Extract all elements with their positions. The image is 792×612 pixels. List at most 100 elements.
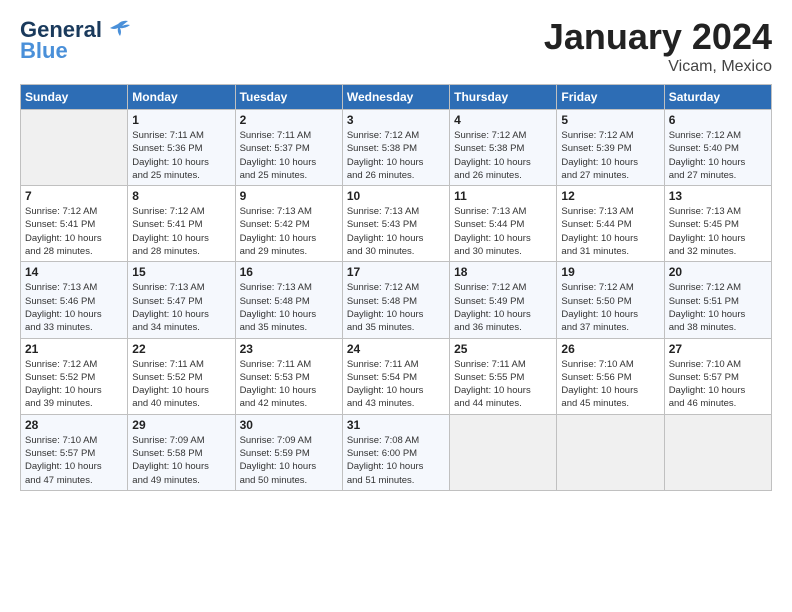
calendar-cell: 19 Sunrise: 7:12 AMSunset: 5:50 PMDayligh… — [557, 262, 664, 338]
day-info: Sunrise: 7:12 AMSunset: 5:38 PMDaylight:… — [454, 129, 552, 182]
col-monday: Monday — [128, 85, 235, 110]
calendar-cell: 18Sunrise: 7:12 AMSunset: 5:49 PMDayligh… — [450, 262, 557, 338]
col-saturday: Saturday — [664, 85, 771, 110]
header-row: Sunday Monday Tuesday Wednesday Thursday… — [21, 85, 772, 110]
day-info: Sunrise: 7:11 AMSunset: 5:54 PMDaylight:… — [347, 358, 445, 411]
day-number: 1 — [132, 113, 230, 127]
day-info: Sunrise: 7:12 AMSunset: 5:39 PMDaylight:… — [561, 129, 659, 182]
calendar-cell: 6 Sunrise: 7:12 AMSunset: 5:40 PMDaylight… — [664, 110, 771, 186]
day-info: Sunrise: 7:12 AMSunset: 5:49 PMDaylight:… — [454, 281, 552, 334]
day-info: Sunrise: 7:12 AMSunset: 5:50 PMDaylight:… — [561, 281, 659, 334]
day-info: Sunrise: 7:08 AMSunset: 6:00 PMDaylight:… — [347, 434, 445, 487]
day-number: 8 — [132, 189, 230, 203]
day-number: 16 — [240, 265, 338, 279]
day-info: Sunrise: 7:11 AMSunset: 5:37 PMDaylight:… — [240, 129, 338, 182]
day-number: 30 — [240, 418, 338, 432]
day-number: 6 — [669, 113, 767, 127]
calendar-cell: 2 Sunrise: 7:11 AMSunset: 5:37 PMDaylight… — [235, 110, 342, 186]
calendar-cell: 4 Sunrise: 7:12 AMSunset: 5:38 PMDaylight… — [450, 110, 557, 186]
day-number: 25 — [454, 342, 552, 356]
calendar-subtitle: Vicam, Mexico — [544, 58, 772, 76]
day-number: 26 — [561, 342, 659, 356]
calendar-cell: 24 Sunrise: 7:11 AMSunset: 5:54 PMDayligh… — [342, 338, 449, 414]
calendar-cell: 8 Sunrise: 7:12 AMSunset: 5:41 PMDaylight… — [128, 186, 235, 262]
day-number: 4 — [454, 113, 552, 127]
day-info: Sunrise: 7:13 AMSunset: 5:46 PMDaylight:… — [25, 281, 123, 334]
day-info: Sunrise: 7:12 AMSunset: 5:41 PMDaylight:… — [132, 205, 230, 258]
day-number: 2 — [240, 113, 338, 127]
calendar-cell — [21, 110, 128, 186]
day-info: Sunrise: 7:12 AMSunset: 5:52 PMDaylight:… — [25, 358, 123, 411]
logo-blue: Blue — [20, 38, 68, 64]
calendar-cell: 12Sunrise: 7:13 AMSunset: 5:44 PMDayligh… — [557, 186, 664, 262]
day-number: 24 — [347, 342, 445, 356]
calendar-cell: 10 Sunrise: 7:13 AMSunset: 5:43 PMDayligh… — [342, 186, 449, 262]
col-friday: Friday — [557, 85, 664, 110]
calendar-cell: 9 Sunrise: 7:13 AMSunset: 5:42 PMDaylight… — [235, 186, 342, 262]
day-number: 31 — [347, 418, 445, 432]
col-wednesday: Wednesday — [342, 85, 449, 110]
calendar-cell: 16 Sunrise: 7:13 AMSunset: 5:48 PMDayligh… — [235, 262, 342, 338]
day-number: 23 — [240, 342, 338, 356]
day-number: 15 — [132, 265, 230, 279]
day-number: 5 — [561, 113, 659, 127]
day-number: 10 — [347, 189, 445, 203]
calendar-cell: 15 Sunrise: 7:13 AMSunset: 5:47 PMDayligh… — [128, 262, 235, 338]
calendar-cell: 29Sunrise: 7:09 AMSunset: 5:58 PMDayligh… — [128, 414, 235, 490]
day-info: Sunrise: 7:13 AMSunset: 5:48 PMDaylight:… — [240, 281, 338, 334]
calendar-cell: 17Sunrise: 7:12 AMSunset: 5:48 PMDayligh… — [342, 262, 449, 338]
day-info: Sunrise: 7:12 AMSunset: 5:51 PMDaylight:… — [669, 281, 767, 334]
day-number: 19 — [561, 265, 659, 279]
calendar-cell: 26 Sunrise: 7:10 AMSunset: 5:56 PMDayligh… — [557, 338, 664, 414]
calendar-cell: 7Sunrise: 7:12 AMSunset: 5:41 PMDaylight… — [21, 186, 128, 262]
calendar-week-1: 1 Sunrise: 7:11 AMSunset: 5:36 PMDaylight… — [21, 110, 772, 186]
day-info: Sunrise: 7:13 AMSunset: 5:44 PMDaylight:… — [454, 205, 552, 258]
calendar-title: January 2024 — [544, 16, 772, 58]
day-number: 21 — [25, 342, 123, 356]
day-info: Sunrise: 7:10 AMSunset: 5:56 PMDaylight:… — [561, 358, 659, 411]
day-info: Sunrise: 7:13 AMSunset: 5:47 PMDaylight:… — [132, 281, 230, 334]
day-info: Sunrise: 7:10 AMSunset: 5:57 PMDaylight:… — [669, 358, 767, 411]
day-info: Sunrise: 7:13 AMSunset: 5:44 PMDaylight:… — [561, 205, 659, 258]
calendar-cell: 23 Sunrise: 7:11 AMSunset: 5:53 PMDayligh… — [235, 338, 342, 414]
calendar-cell: 28Sunrise: 7:10 AMSunset: 5:57 PMDayligh… — [21, 414, 128, 490]
day-info: Sunrise: 7:11 AMSunset: 5:52 PMDaylight:… — [132, 358, 230, 411]
day-info: Sunrise: 7:12 AMSunset: 5:48 PMDaylight:… — [347, 281, 445, 334]
calendar-cell: 22 Sunrise: 7:11 AMSunset: 5:52 PMDayligh… — [128, 338, 235, 414]
header: General Blue January 2024 Vicam, Mexico — [20, 16, 772, 76]
col-sunday: Sunday — [21, 85, 128, 110]
day-number: 13 — [669, 189, 767, 203]
calendar-cell: 1 Sunrise: 7:11 AMSunset: 5:36 PMDaylight… — [128, 110, 235, 186]
day-info: Sunrise: 7:13 AMSunset: 5:43 PMDaylight:… — [347, 205, 445, 258]
calendar-cell: 21 Sunrise: 7:12 AMSunset: 5:52 PMDayligh… — [21, 338, 128, 414]
calendar-cell: 31 Sunrise: 7:08 AMSunset: 6:00 PMDayligh… — [342, 414, 449, 490]
day-number: 9 — [240, 189, 338, 203]
day-info: Sunrise: 7:13 AMSunset: 5:42 PMDaylight:… — [240, 205, 338, 258]
calendar-cell — [557, 414, 664, 490]
calendar-cell: 3Sunrise: 7:12 AMSunset: 5:38 PMDaylight… — [342, 110, 449, 186]
day-number: 20 — [669, 265, 767, 279]
col-tuesday: Tuesday — [235, 85, 342, 110]
day-info: Sunrise: 7:11 AMSunset: 5:36 PMDaylight:… — [132, 129, 230, 182]
day-number: 22 — [132, 342, 230, 356]
calendar-cell — [450, 414, 557, 490]
day-info: Sunrise: 7:11 AMSunset: 5:53 PMDaylight:… — [240, 358, 338, 411]
day-number: 3 — [347, 113, 445, 127]
calendar-week-4: 21 Sunrise: 7:12 AMSunset: 5:52 PMDayligh… — [21, 338, 772, 414]
day-info: Sunrise: 7:11 AMSunset: 5:55 PMDaylight:… — [454, 358, 552, 411]
day-info: Sunrise: 7:09 AMSunset: 5:58 PMDaylight:… — [132, 434, 230, 487]
calendar-cell: 14 Sunrise: 7:13 AMSunset: 5:46 PMDayligh… — [21, 262, 128, 338]
col-thursday: Thursday — [450, 85, 557, 110]
calendar-week-2: 7Sunrise: 7:12 AMSunset: 5:41 PMDaylight… — [21, 186, 772, 262]
day-number: 14 — [25, 265, 123, 279]
day-number: 28 — [25, 418, 123, 432]
day-info: Sunrise: 7:13 AMSunset: 5:45 PMDaylight:… — [669, 205, 767, 258]
calendar-cell: 13 Sunrise: 7:13 AMSunset: 5:45 PMDayligh… — [664, 186, 771, 262]
day-info: Sunrise: 7:12 AMSunset: 5:40 PMDaylight:… — [669, 129, 767, 182]
logo: General Blue — [20, 16, 132, 64]
title-block: January 2024 Vicam, Mexico — [544, 16, 772, 76]
calendar-cell: 27Sunrise: 7:10 AMSunset: 5:57 PMDayligh… — [664, 338, 771, 414]
calendar-cell: 20 Sunrise: 7:12 AMSunset: 5:51 PMDayligh… — [664, 262, 771, 338]
calendar-week-3: 14 Sunrise: 7:13 AMSunset: 5:46 PMDayligh… — [21, 262, 772, 338]
calendar-table: Sunday Monday Tuesday Wednesday Thursday… — [20, 84, 772, 491]
